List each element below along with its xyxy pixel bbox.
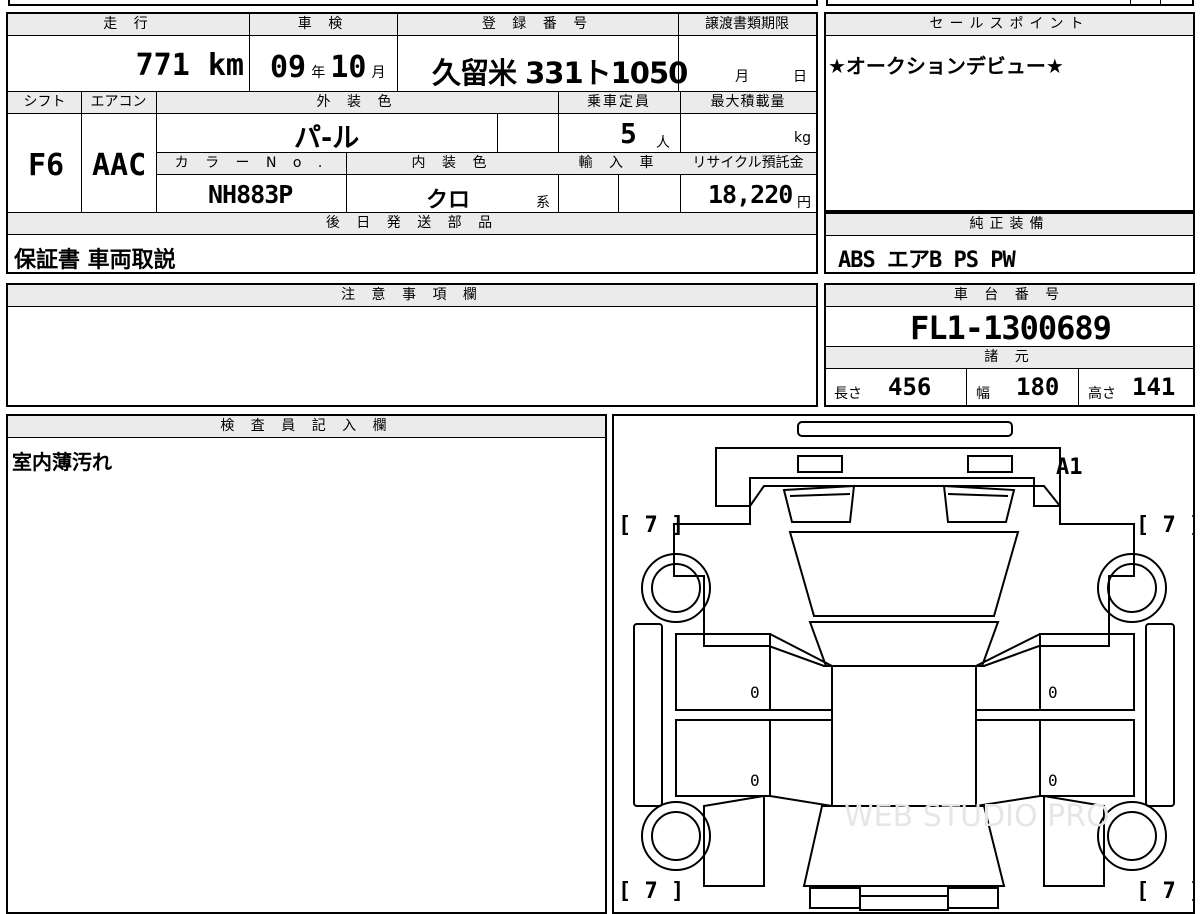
specs-header: 諸 元: [826, 347, 1193, 369]
inspection-date: 09 年 10 月: [270, 50, 386, 85]
deadline-day: 日: [793, 69, 807, 85]
registration-header: 登 録 番 号: [397, 14, 678, 36]
aircon-header: エアコン: [81, 92, 156, 114]
color-no-header: カ ラ ー N o .: [157, 153, 346, 175]
notes-header: 注 意 事 項 欄: [8, 285, 816, 307]
chassis-panel: 車 台 番 号 FL1-1300689 諸 元 長さ 456 幅 180 高さ …: [824, 283, 1195, 407]
panel-score-left-front: 0: [750, 683, 760, 702]
sales-points-header: セールスポイント: [826, 14, 1193, 36]
later-parts-value: 保証書 車両取説: [14, 248, 176, 273]
length-label: 長さ: [834, 386, 862, 402]
width-label: 幅: [976, 386, 990, 402]
exterior-color-value: パ-ル: [294, 123, 360, 154]
interior-suffix: 系: [536, 195, 550, 211]
capacity-unit: 人: [656, 135, 670, 151]
chassis-header: 車 台 番 号: [826, 285, 1193, 307]
length-value: 456: [888, 373, 932, 401]
interior-color-value: クロ: [426, 188, 471, 213]
panel-score-right-rear: 0: [1048, 771, 1058, 790]
color-no-value: NH883P: [208, 180, 293, 209]
inspection-year: 09: [270, 50, 307, 85]
transfer-deadline-header: 譲渡書類期限: [678, 14, 816, 36]
month-unit: 月: [371, 65, 386, 81]
capacity-header: 乗車定員: [558, 92, 680, 114]
car-diagram: A1 [ 7 ] [ 7 ] [ 7 ] [ 7 ] 0 0 0 0 WEB S…: [618, 421, 1193, 911]
shift-value: F6: [28, 148, 65, 183]
year-unit: 年: [311, 65, 326, 81]
max-load-unit: kg: [794, 130, 811, 146]
import-header: 輸 入 車: [558, 153, 680, 175]
exterior-color-header: 外 装 色: [156, 92, 558, 114]
vehicle-info-panel: 走 行 車 検 登 録 番 号 譲渡書類期限 771 km 09 年 10 月 …: [6, 12, 818, 274]
mileage-header: 走 行: [8, 14, 249, 36]
later-parts-header: 後 日 発 送 部 品: [8, 213, 816, 235]
sales-points-text: ★オークションデビュー★: [828, 54, 1064, 78]
capacity-value: 5: [620, 117, 637, 150]
height-label: 高さ: [1088, 386, 1116, 402]
equipment-text: ABS エアB PS PW: [838, 248, 1016, 273]
registration-number: 久留米 331ト1050: [432, 56, 688, 90]
panel-score-left-rear: 0: [750, 771, 760, 790]
inspection-header: 車 検: [249, 14, 397, 36]
inspector-header: 検 査 員 記 入 欄: [8, 416, 605, 438]
mileage-value: 771 km: [135, 48, 244, 83]
inspector-text: 室内薄汚れ: [12, 450, 112, 474]
interior-color-header: 内 装 色: [346, 153, 558, 175]
equipment-header: 純正装備: [826, 214, 1193, 236]
inspection-month: 10: [330, 50, 367, 85]
deadline-month: 月: [735, 69, 749, 85]
recycle-unit: 円: [797, 195, 811, 211]
tire-tread-rear-right: [ 7 ]: [1136, 879, 1193, 904]
top-strip: [0, 0, 1200, 8]
sales-points-panel: セールスポイント ★オークションデビュー★: [824, 12, 1195, 212]
recycle-value: 18,220: [708, 180, 793, 209]
height-value: 141: [1132, 373, 1176, 401]
recycle-header: リサイクル預託金: [680, 153, 816, 175]
equipment-panel: 純正装備 ABS エアB PS PW: [824, 212, 1195, 274]
watermark: WEB STUDIO PRO: [844, 799, 1110, 834]
inspector-panel: 検 査 員 記 入 欄 室内薄汚れ: [6, 414, 607, 914]
notes-panel: 注 意 事 項 欄: [6, 283, 818, 407]
shift-header: シフト: [8, 92, 81, 114]
tire-tread-front-left: [ 7 ]: [618, 513, 684, 538]
chassis-number: FL1-1300689: [910, 309, 1112, 347]
tire-tread-rear-left: [ 7 ]: [618, 879, 684, 904]
damage-code-a1: A1: [1056, 455, 1083, 480]
width-value: 180: [1016, 373, 1060, 401]
car-diagram-panel: A1 [ 7 ] [ 7 ] [ 7 ] [ 7 ] 0 0 0 0 WEB S…: [612, 414, 1195, 914]
tire-tread-front-right: [ 7 ]: [1136, 513, 1193, 538]
panel-score-right-front: 0: [1048, 683, 1058, 702]
max-load-header: 最大積載量: [680, 92, 816, 114]
aircon-value: AAC: [92, 148, 147, 183]
